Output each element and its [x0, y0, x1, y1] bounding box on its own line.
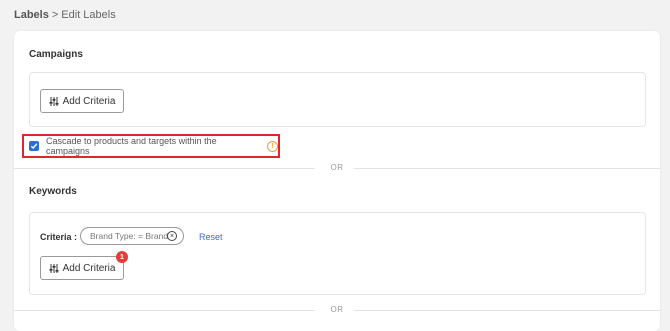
campaigns-title: Campaigns — [29, 49, 83, 60]
breadcrumb-current: Edit Labels — [61, 9, 116, 21]
breadcrumb-root[interactable]: Labels — [14, 9, 49, 21]
info-icon[interactable]: ! — [267, 140, 278, 152]
divider-line-left — [14, 310, 315, 311]
add-criteria-label: Add Criteria — [62, 262, 116, 274]
criteria-label: Criteria : — [40, 232, 78, 242]
or-text: OR — [330, 305, 344, 314]
divider-line-right — [354, 168, 660, 169]
cascade-checkbox[interactable] — [29, 141, 39, 151]
checkmark-icon — [30, 143, 38, 150]
filter-sliders-icon — [49, 263, 59, 273]
breadcrumb: Labels > Edit Labels — [14, 9, 116, 21]
divider-line-right — [354, 310, 660, 311]
close-icon[interactable]: × — [167, 231, 177, 241]
cascade-label: Cascade to products and targets within t… — [46, 136, 217, 156]
criteria-chip[interactable]: Brand Type: = Brand × — [80, 227, 184, 245]
filter-sliders-icon — [49, 96, 59, 106]
or-divider-bottom: OR — [14, 305, 660, 315]
breadcrumb-separator: > — [51, 9, 59, 21]
cascade-checkbox-row[interactable]: Cascade to products and targets within t… — [22, 134, 280, 158]
divider-line-left — [14, 168, 315, 169]
criteria-count-badge: 1 — [116, 251, 128, 263]
criteria-chip-text: Brand Type: = Brand — [90, 231, 169, 241]
or-text: OR — [330, 163, 344, 172]
edit-labels-card: Campaigns Add Criteria Cascade to produc… — [14, 31, 660, 331]
or-divider: OR — [14, 163, 660, 173]
campaigns-add-criteria-button[interactable]: Add Criteria — [40, 89, 124, 113]
reset-link[interactable]: Reset — [199, 232, 223, 242]
add-criteria-label: Add Criteria — [62, 95, 116, 107]
keywords-title: Keywords — [29, 186, 77, 197]
keywords-criteria-box: Criteria : Brand Type: = Brand × Reset A… — [29, 212, 646, 295]
keywords-add-criteria-button[interactable]: Add Criteria 1 — [40, 251, 128, 280]
campaigns-criteria-box: Add Criteria — [29, 72, 646, 127]
